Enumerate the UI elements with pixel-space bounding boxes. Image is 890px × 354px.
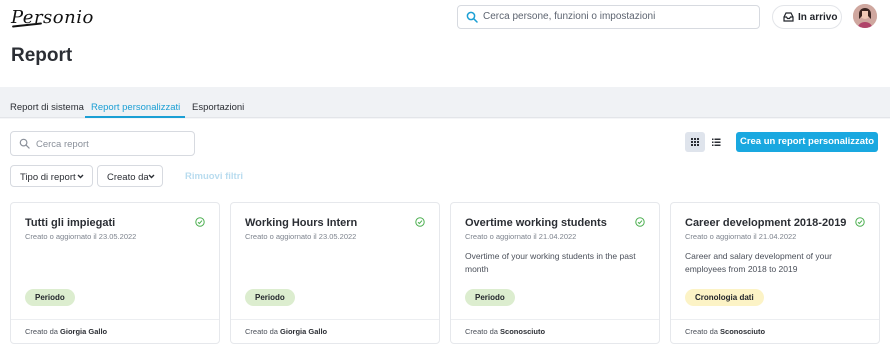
report-card-description: Career and salary development of your em… (685, 251, 832, 274)
card-divider (451, 319, 659, 320)
create-custom-report-button[interactable]: Crea un report personalizzato (736, 132, 878, 152)
report-type-badge: Periodo (25, 289, 75, 306)
report-type-filter[interactable]: Tipo di report (10, 165, 93, 187)
tab-exports[interactable]: Esportazioni (192, 102, 244, 113)
global-search-placeholder: Cerca persone, funzioni o impostazioni (483, 11, 656, 22)
report-card[interactable]: Tutti gli impiegati Creato o aggiornato … (10, 202, 220, 344)
creator-prefix: Creato da (465, 327, 498, 336)
global-search-input[interactable]: Cerca persone, funzioni o impostazioni (457, 5, 760, 29)
report-search-placeholder: Cerca report (36, 139, 89, 150)
report-card-date: Creato o aggiornato il 23.05.2022 (245, 232, 357, 241)
list-icon (712, 138, 721, 146)
remove-filters-button[interactable]: Rimuovi filtri (185, 171, 243, 182)
report-card-creator: Creato da Sconosciuto (685, 327, 765, 336)
report-card-creator: Creato da Giorgia Gallo (245, 327, 327, 336)
creator-name: Sconosciuto (720, 327, 766, 336)
report-type-badge: Periodo (245, 289, 295, 306)
report-card-creator: Creato da Giorgia Gallo (25, 327, 107, 336)
report-card-creator: Creato da Sconosciuto (465, 327, 545, 336)
report-card-title: Career development 2018-2019 (685, 217, 847, 229)
check-circle-icon (635, 217, 645, 227)
created-by-filter-label: Creato da (107, 172, 149, 183)
created-by-filter[interactable]: Creato da (97, 165, 163, 187)
list-view-toggle[interactable] (706, 132, 726, 152)
report-card-description: Overtime of your working students in the… (465, 251, 636, 274)
inbox-label: In arrivo (798, 12, 838, 23)
creator-name: Giorgia Gallo (280, 327, 328, 336)
page-title: Report (11, 45, 73, 66)
report-card[interactable]: Overtime working students Creato o aggio… (450, 202, 660, 344)
grid-icon (691, 138, 699, 146)
inbox-button[interactable]: In arrivo (772, 5, 842, 29)
check-circle-icon (415, 217, 425, 227)
report-type-badge: Cronologia dati (685, 289, 764, 306)
chevron-down-icon (77, 174, 84, 179)
top-bar: Personio Cerca persone, funzioni o impos… (0, 0, 890, 87)
report-card-date: Creato o aggiornato il 23.05.2022 (25, 232, 137, 241)
search-icon (19, 138, 30, 149)
report-card-date: Creato o aggiornato il 21.04.2022 (465, 232, 577, 241)
creator-prefix: Creato da (685, 327, 718, 336)
report-type-badge: Periodo (465, 289, 515, 306)
report-search-input[interactable]: Cerca report (10, 131, 195, 156)
tab-system-reports[interactable]: Report di sistema (10, 102, 84, 113)
creator-name: Sconosciuto (500, 327, 546, 336)
report-card[interactable]: Career development 2018-2019 Creato o ag… (670, 202, 880, 344)
report-card[interactable]: Working Hours Intern Creato o aggiornato… (230, 202, 440, 344)
inbox-icon (783, 12, 794, 22)
report-type-filter-label: Tipo di report (20, 172, 76, 183)
report-card-title: Overtime working students (465, 217, 607, 229)
check-circle-icon (195, 217, 205, 227)
card-divider (11, 319, 219, 320)
tab-custom-reports[interactable]: Report personalizzati (91, 102, 180, 113)
avatar-image (853, 4, 877, 28)
grid-view-toggle[interactable] (685, 132, 705, 152)
active-tab-indicator (85, 116, 185, 118)
report-card-title: Working Hours Intern (245, 217, 358, 229)
creator-prefix: Creato da (25, 327, 58, 336)
card-divider (231, 319, 439, 320)
user-avatar[interactable] (853, 4, 877, 28)
report-card-date: Creato o aggiornato il 21.04.2022 (685, 232, 797, 241)
creator-prefix: Creato da (245, 327, 278, 336)
check-circle-icon (855, 217, 865, 227)
report-card-title: Tutti gli impiegati (25, 217, 116, 229)
tab-bar: Report di sistema Report personalizzati … (0, 87, 890, 118)
search-icon (466, 11, 478, 23)
chevron-down-icon (148, 174, 155, 179)
creator-name: Giorgia Gallo (60, 327, 108, 336)
card-divider (671, 319, 879, 320)
